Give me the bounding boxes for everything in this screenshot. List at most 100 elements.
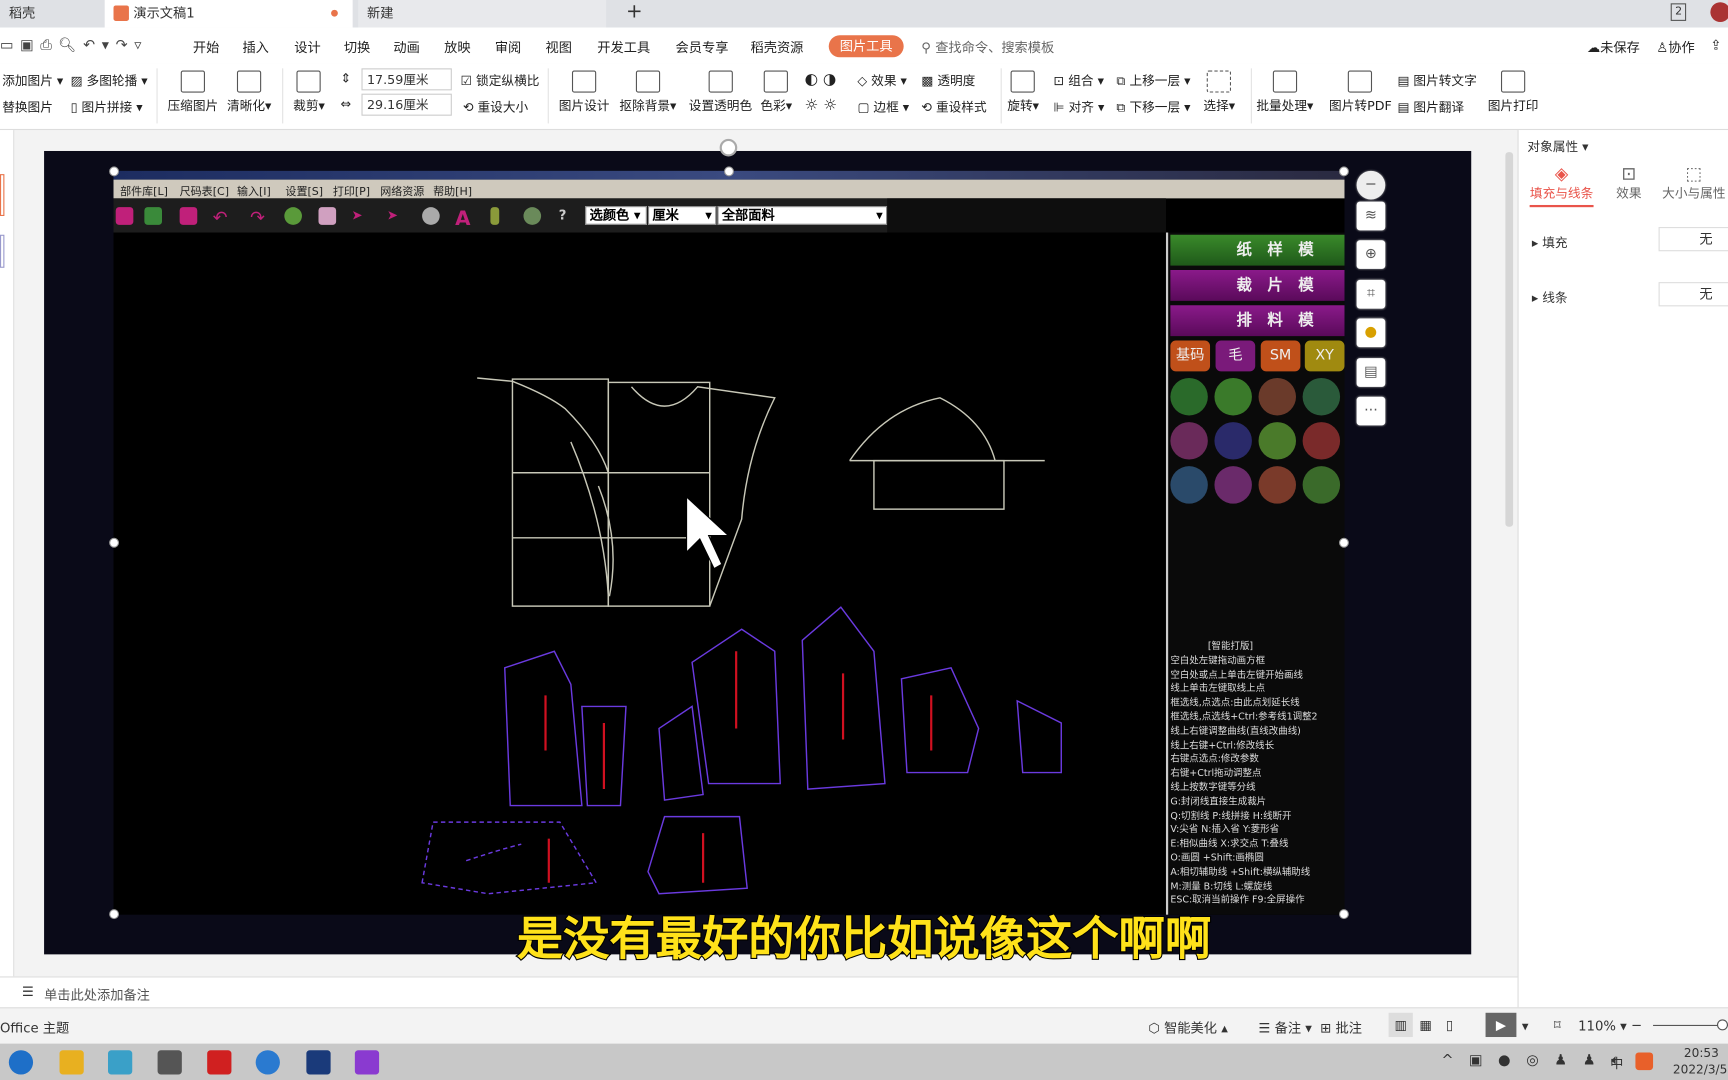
zoom-icon[interactable] [284, 207, 302, 225]
search-command[interactable]: ⚲ 查找命令、搜索模板 [921, 37, 1054, 56]
unit-select[interactable]: 厘米 ▾ [647, 206, 717, 225]
send-backward-button[interactable]: ⧉ 下移一层 ▾ [1116, 98, 1190, 116]
tape-icon[interactable] [422, 207, 440, 225]
add-picture-button[interactable]: 添加图片 ▾ [2, 72, 63, 90]
seam-button[interactable]: 毛 [1215, 340, 1256, 372]
menu-animation[interactable]: 动画 [393, 37, 419, 56]
base-size-button[interactable]: 基码 [1170, 340, 1211, 372]
book-tool-icon[interactable] [1170, 422, 1208, 460]
picture-print-button[interactable]: 图片打印 [1488, 70, 1538, 115]
app-icon[interactable] [306, 1050, 331, 1075]
cad-menu-item[interactable]: 网络资源 [380, 182, 424, 198]
ime-indicator[interactable]: 中 [1610, 1054, 1623, 1073]
picture-tools-tab[interactable]: 图片工具 [828, 35, 904, 58]
scrollbar-thumb[interactable] [1505, 152, 1514, 527]
share-icon[interactable]: ⇪ [1710, 37, 1721, 52]
bulb-icon[interactable]: ● [1356, 318, 1386, 348]
cut-piece-mode-button[interactable]: 裁片模式 [1170, 269, 1345, 325]
notes-placeholder[interactable]: 单击此处添加备注 [44, 985, 150, 1004]
hammer-tool-icon[interactable] [1170, 466, 1208, 504]
border-button[interactable]: ▢ 边框 ▾ [857, 98, 909, 116]
lock-ratio-checkbox[interactable]: ☑ 锁定纵横比 [461, 72, 540, 90]
folder-icon[interactable] [179, 207, 198, 225]
menu-insert[interactable]: 插入 [242, 37, 268, 56]
color-button[interactable]: 色彩▾ [760, 70, 792, 115]
ruler-tool-icon[interactable] [1214, 377, 1252, 416]
tab-new[interactable]: 新建 [358, 0, 607, 28]
set-transparent-button[interactable]: 设置透明色 [689, 70, 752, 115]
crop-button[interactable]: 裁剪▾ [293, 70, 325, 115]
multi-carousel-button[interactable]: ▨ 多图轮播 ▾ [71, 72, 148, 90]
wps-icon[interactable] [207, 1050, 232, 1075]
play-dropdown[interactable]: ▾ [1522, 1018, 1529, 1033]
remove-background-button[interactable]: 抠除背景▾ [619, 70, 676, 115]
menu-slideshow[interactable]: 放映 [444, 37, 470, 56]
transparency-button[interactable]: ▩ 透明度 [921, 72, 975, 90]
brightness-icons[interactable]: ◐ ◑ [804, 71, 836, 89]
sogou-icon[interactable] [1635, 1052, 1654, 1071]
sorter-view-icon[interactable]: ▦ [1419, 1017, 1432, 1032]
tab-docer[interactable]: 稻壳 [0, 0, 105, 28]
notes-toggle-button[interactable]: ☰ 备注 ▾ [1259, 1018, 1312, 1037]
comments-button[interactable]: ⊞ 批注 [1320, 1018, 1362, 1037]
select-button[interactable]: 选择▾ [1203, 70, 1235, 115]
sharpen-button[interactable]: 清晰化▾ [227, 70, 271, 115]
measure-tool-icon[interactable] [1258, 466, 1296, 504]
reset-style-button[interactable]: ⟲ 重设样式 [921, 98, 986, 116]
reading-view-icon[interactable]: ▯ [1446, 1017, 1453, 1032]
vertical-scrollbar[interactable] [1503, 130, 1517, 977]
crop-icon[interactable]: ⌗ [1356, 279, 1386, 309]
line-section-toggle[interactable]: ▸ 线条 [1532, 289, 1568, 307]
resize-handle[interactable] [724, 166, 734, 177]
file-explorer-icon[interactable] [59, 1050, 84, 1075]
slide-thumbnail-panel[interactable] [0, 130, 15, 977]
app-icon[interactable] [157, 1050, 182, 1075]
pencil-tool-icon[interactable] [1170, 377, 1208, 416]
picture-design-button[interactable]: 图片设计 [559, 70, 609, 115]
rotate-button[interactable]: 旋转▾ [1007, 70, 1039, 115]
pointer2-icon[interactable]: ➤ [387, 207, 405, 225]
collab-button[interactable]: ♙协作 [1656, 37, 1694, 56]
marker-mode-button[interactable]: 排料模式 [1170, 305, 1345, 360]
line-value-select[interactable]: 无 [1658, 282, 1728, 307]
fill-section-toggle[interactable]: ▸ 填充 [1532, 234, 1568, 252]
menu-view[interactable]: 视图 [546, 37, 572, 56]
embedded-cad-screenshot[interactable]: 部件库[L] 尺码表[C] 输入[I] 设置[S] 打印[P] 网络资源 帮助[… [113, 170, 1345, 915]
resize-handle[interactable] [1338, 537, 1349, 548]
replace-picture-button[interactable]: 替换图片 [2, 98, 53, 116]
menu-developer[interactable]: 开发工具 [597, 37, 650, 56]
window-count-badge[interactable]: 2 [1670, 3, 1687, 21]
start-icon[interactable] [8, 1050, 34, 1075]
height-input[interactable]: 17.59厘米 [361, 68, 452, 91]
mannequin-icon[interactable] [490, 207, 500, 225]
tab-effects[interactable]: ⊡ 效果 [1607, 163, 1651, 202]
compress-picture-button[interactable]: 压缩图片 [168, 70, 218, 115]
app-icon[interactable] [107, 1050, 133, 1075]
resize-handle[interactable] [109, 537, 120, 548]
tab-presentation[interactable]: 演示文稿1 ● [104, 0, 353, 28]
menu-design[interactable]: 设计 [294, 37, 320, 56]
zoom-level[interactable]: 110% ▾ [1578, 1018, 1627, 1033]
redo-icon[interactable]: ↷ [250, 207, 268, 228]
trash-icon[interactable] [318, 207, 337, 225]
slide-thumbnail[interactable] [0, 234, 5, 268]
menu-docer-resources[interactable]: 稻壳资源 [750, 37, 803, 56]
contrast-icons[interactable]: ☼ ☼ [804, 97, 837, 115]
to-text-button[interactable]: ▤ 图片转文字 [1397, 72, 1476, 90]
resize-handle[interactable] [109, 166, 120, 177]
fabric-select[interactable]: 全部面料 ▾ [717, 206, 888, 225]
undo-icon[interactable]: ↶ [213, 207, 231, 228]
paper-pattern-mode-button[interactable]: 纸样模式 [1170, 234, 1345, 290]
slide-thumbnail[interactable] [0, 174, 5, 216]
quick-access-icons[interactable]: ▭▣⎙🔍︎↶▾↷▿ [0, 37, 148, 54]
cad-menu-item[interactable]: 部件库[L] [120, 182, 168, 198]
help-icon[interactable]: ? [559, 207, 577, 225]
cad-menu-item[interactable]: 输入[I] [237, 182, 271, 198]
app-icon[interactable] [354, 1050, 380, 1075]
pane-title[interactable]: 对象属性 ▾ [1527, 138, 1588, 156]
menu-transition[interactable]: 切换 [344, 37, 370, 56]
sewing-tool-icon[interactable] [1302, 422, 1341, 460]
new-tab-button[interactable]: + [617, 0, 643, 28]
normal-view-icon[interactable]: ▥ [1388, 1012, 1413, 1038]
bring-forward-button[interactable]: ⧉ 上移一层 ▾ [1116, 72, 1190, 90]
